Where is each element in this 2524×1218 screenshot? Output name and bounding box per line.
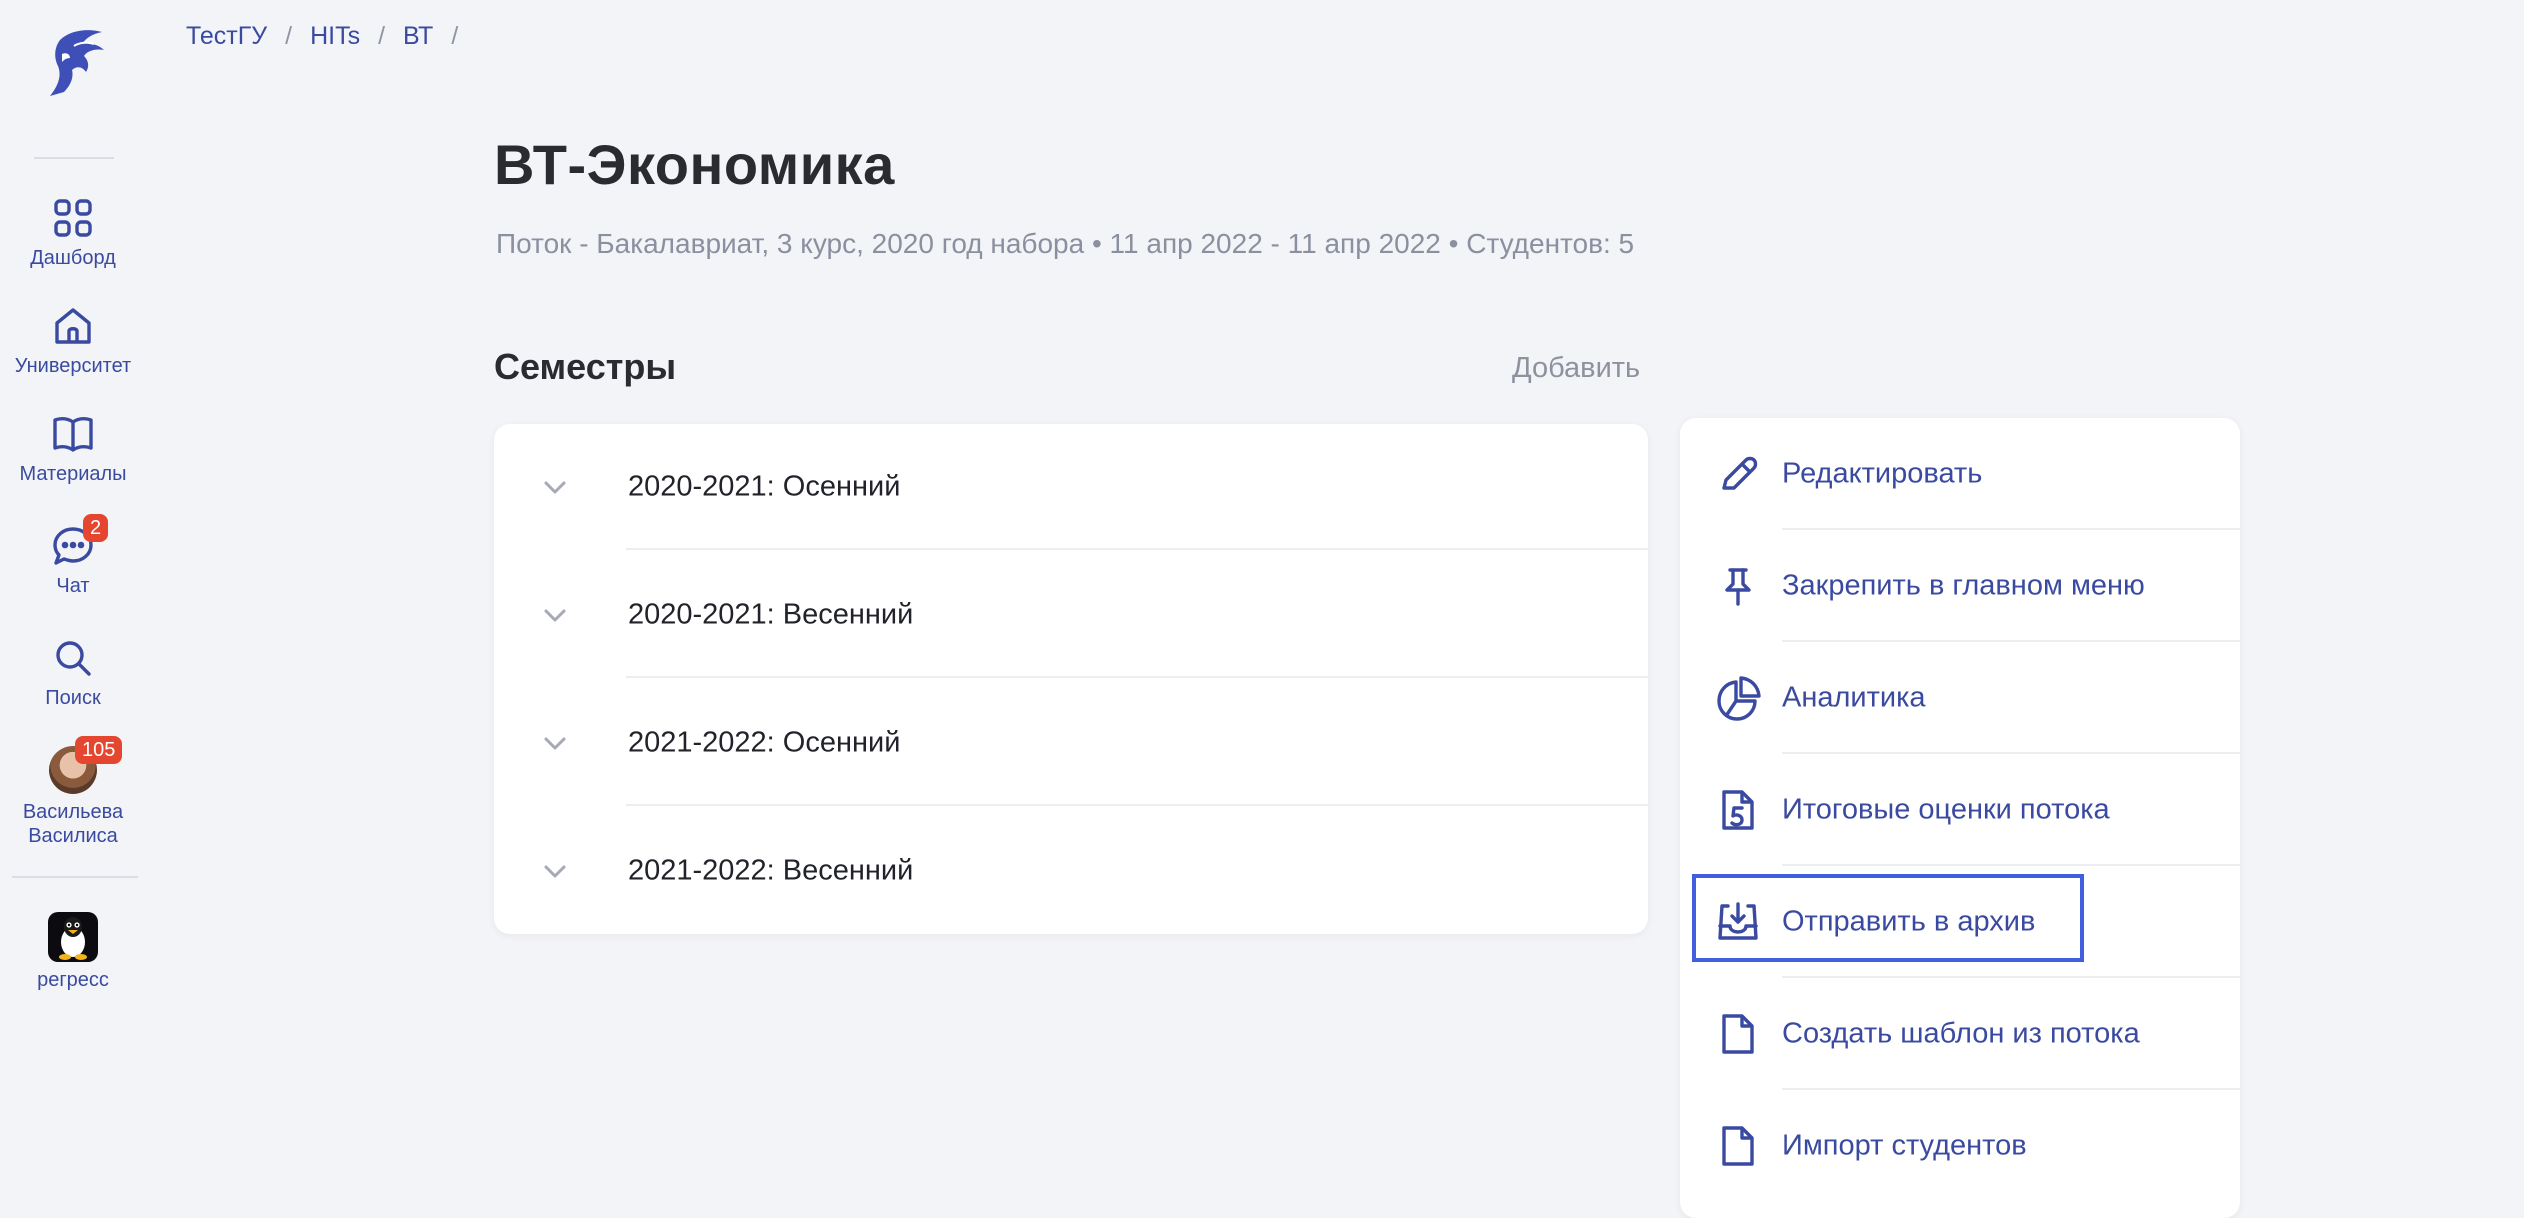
final-grades-button[interactable]: Итоговые оценки потока (1680, 754, 2240, 866)
sidebar-item-label: Материалы (19, 463, 127, 485)
sidebar-item-label: Университет (14, 355, 132, 377)
row-divider (626, 676, 1648, 678)
sidebar-item-materials[interactable]: Материалы (0, 412, 146, 486)
sidebar-item-profile[interactable]: 105 Васильева Василиса (0, 736, 146, 848)
pencil-icon (1714, 450, 1762, 498)
action-label: Итоговые оценки потока (1782, 793, 2110, 826)
linux-penguin-icon (48, 912, 98, 962)
archive-icon (1714, 898, 1762, 946)
row-divider (626, 548, 1648, 550)
breadcrumb-separator: / (451, 22, 459, 50)
import-students-button[interactable]: Импорт студентов (1680, 1090, 2240, 1202)
pin-icon (1714, 562, 1762, 610)
chevron-down-icon[interactable] (542, 602, 568, 628)
sidebar-item-university[interactable]: Университет (0, 304, 146, 378)
edit-button[interactable]: Редактировать (1680, 418, 2240, 530)
chat-icon: 2 (51, 514, 109, 568)
sidebar-item-chat[interactable]: 2 Чат (0, 514, 146, 598)
file-icon (1714, 1122, 1762, 1170)
sidebar-divider (12, 876, 138, 878)
pin-to-menu-button[interactable]: Закрепить в главном меню (1680, 530, 2240, 642)
breadcrumb: ТестГУ / HITs / ВТ / (186, 22, 476, 51)
grade-file-icon (1714, 786, 1762, 834)
breadcrumb-item-hits[interactable]: HITs (310, 22, 360, 51)
action-label: Редактировать (1782, 457, 1983, 490)
row-divider (626, 804, 1648, 806)
book-icon (51, 412, 95, 456)
stream-actions-menu: Редактировать Закрепить в главном меню А… (1680, 418, 2240, 1218)
create-template-button[interactable]: Создать шаблон из потока (1680, 978, 2240, 1090)
semester-row[interactable]: 2020-2021: Весенний (494, 552, 1648, 678)
action-label: Создать шаблон из потока (1782, 1017, 2140, 1050)
breadcrumb-item-vt[interactable]: ВТ (403, 22, 433, 51)
semester-label: 2021-2022: Весенний (628, 854, 914, 887)
breadcrumb-item-university[interactable]: ТестГУ (186, 22, 267, 51)
sidebar: Дашборд Университет Материалы 2 Чат Поис… (0, 0, 146, 1196)
file-icon (1714, 1010, 1762, 1058)
semester-row[interactable]: 2020-2021: Осенний (494, 424, 1648, 550)
page-title: ВТ-Экономика (494, 133, 895, 196)
sidebar-divider (34, 157, 114, 159)
sidebar-item-search[interactable]: Поиск (0, 636, 146, 710)
breadcrumb-separator: / (378, 22, 386, 50)
notifications-badge: 105 (75, 736, 123, 764)
archive-button[interactable]: Отправить в архив (1680, 866, 2240, 978)
sidebar-item-label: Васильева Василиса (22, 801, 124, 847)
sidebar-item-dashboard[interactable]: Дашборд (0, 196, 146, 270)
chevron-down-icon[interactable] (542, 858, 568, 884)
action-label: Аналитика (1782, 681, 1926, 714)
action-label: Закрепить в главном меню (1782, 569, 2145, 602)
action-label: Импорт студентов (1782, 1129, 2027, 1162)
sidebar-item-label: Поиск (45, 687, 101, 709)
semester-row[interactable]: 2021-2022: Осенний (494, 680, 1648, 806)
semester-row[interactable]: 2021-2022: Весенний (494, 808, 1648, 934)
add-semester-button[interactable]: Добавить (1512, 352, 1640, 385)
chevron-down-icon[interactable] (542, 730, 568, 756)
chat-unread-badge: 2 (83, 514, 109, 542)
action-label: Отправить в архив (1782, 905, 2036, 938)
semester-label: 2020-2021: Осенний (628, 470, 901, 503)
semesters-title: Семестры (494, 346, 677, 387)
search-icon (51, 636, 95, 680)
home-icon (51, 304, 95, 348)
sidebar-item-label: Дашборд (30, 247, 116, 269)
grid-icon (51, 196, 95, 240)
semester-list: 2020-2021: Осенний 2020-2021: Весенний 2… (494, 424, 1648, 934)
breadcrumb-separator: / (285, 22, 293, 50)
page-subtitle: Поток - Бакалавриат, 3 курс, 2020 год на… (496, 228, 1635, 259)
analytics-button[interactable]: Аналитика (1680, 642, 2240, 754)
university-logo-icon[interactable] (40, 26, 108, 98)
chevron-down-icon[interactable] (542, 474, 568, 500)
pie-chart-icon (1714, 674, 1762, 722)
semester-label: 2020-2021: Весенний (628, 598, 914, 631)
sidebar-item-label: регресс (37, 969, 109, 991)
semester-label: 2021-2022: Осенний (628, 726, 901, 759)
avatar: 105 (49, 736, 123, 794)
sidebar-item-label: Чат (56, 575, 90, 597)
sidebar-item-workspace[interactable]: регресс (0, 912, 146, 992)
